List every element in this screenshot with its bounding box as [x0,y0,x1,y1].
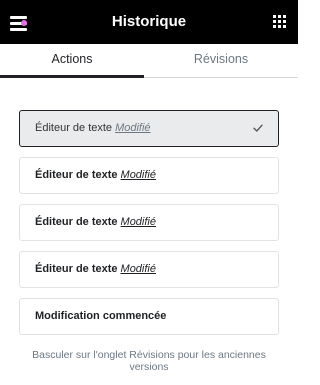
grid-dot [283,20,286,23]
history-item-text: Éditeur de texte Modifié [35,263,156,276]
panel-header: Historique [0,0,298,44]
history-item[interactable]: Éditeur de texte Modifié [19,204,279,241]
history-item-status: Modifié [120,169,156,181]
check-icon [253,124,263,132]
grid-dot [283,25,286,28]
panel-title: Historique [111,13,187,30]
grid-dot [273,20,276,23]
history-item-status: Modifié [120,263,156,275]
history-list: Éditeur de texte Modifié Éditeur de texte… [19,110,279,345]
tab-actions[interactable]: Actions [0,44,144,78]
history-item-status: Modifié [115,122,151,134]
history-item-title: Éditeur de texte [35,169,118,181]
history-item-text: Éditeur de texte Modifié [35,122,151,135]
history-item-text: Éditeur de texte Modifié [35,169,156,182]
grid-dot [273,25,276,28]
history-tabs: Actions Révisions [0,44,298,78]
grid-dot [273,15,276,18]
history-item-status: Modifié [120,216,156,228]
history-item-title: Éditeur de texte [35,216,118,228]
grid-apps-icon[interactable] [273,15,287,29]
grid-dot [283,15,286,18]
history-item[interactable]: Éditeur de texte Modifié [19,157,279,194]
history-item-title: Éditeur de texte [35,263,118,275]
history-item[interactable]: Modification commencée [19,298,279,335]
history-item-title: Modification commencée [35,310,167,322]
grid-dot [278,25,281,28]
tab-revisions[interactable]: Révisions [144,44,298,78]
grid-dot [278,15,281,18]
history-item-text: Modification commencée [35,310,166,323]
history-item[interactable]: Éditeur de texte Modifié [19,251,279,288]
history-item-title: Éditeur de texte [35,122,113,134]
history-item[interactable]: Éditeur de texte Modifié [19,110,279,147]
revisions-hint: Basculer sur l'onglet Révisions pour les… [32,349,266,373]
grid-dot [278,20,281,23]
history-item-text: Éditeur de texte Modifié [35,216,156,229]
